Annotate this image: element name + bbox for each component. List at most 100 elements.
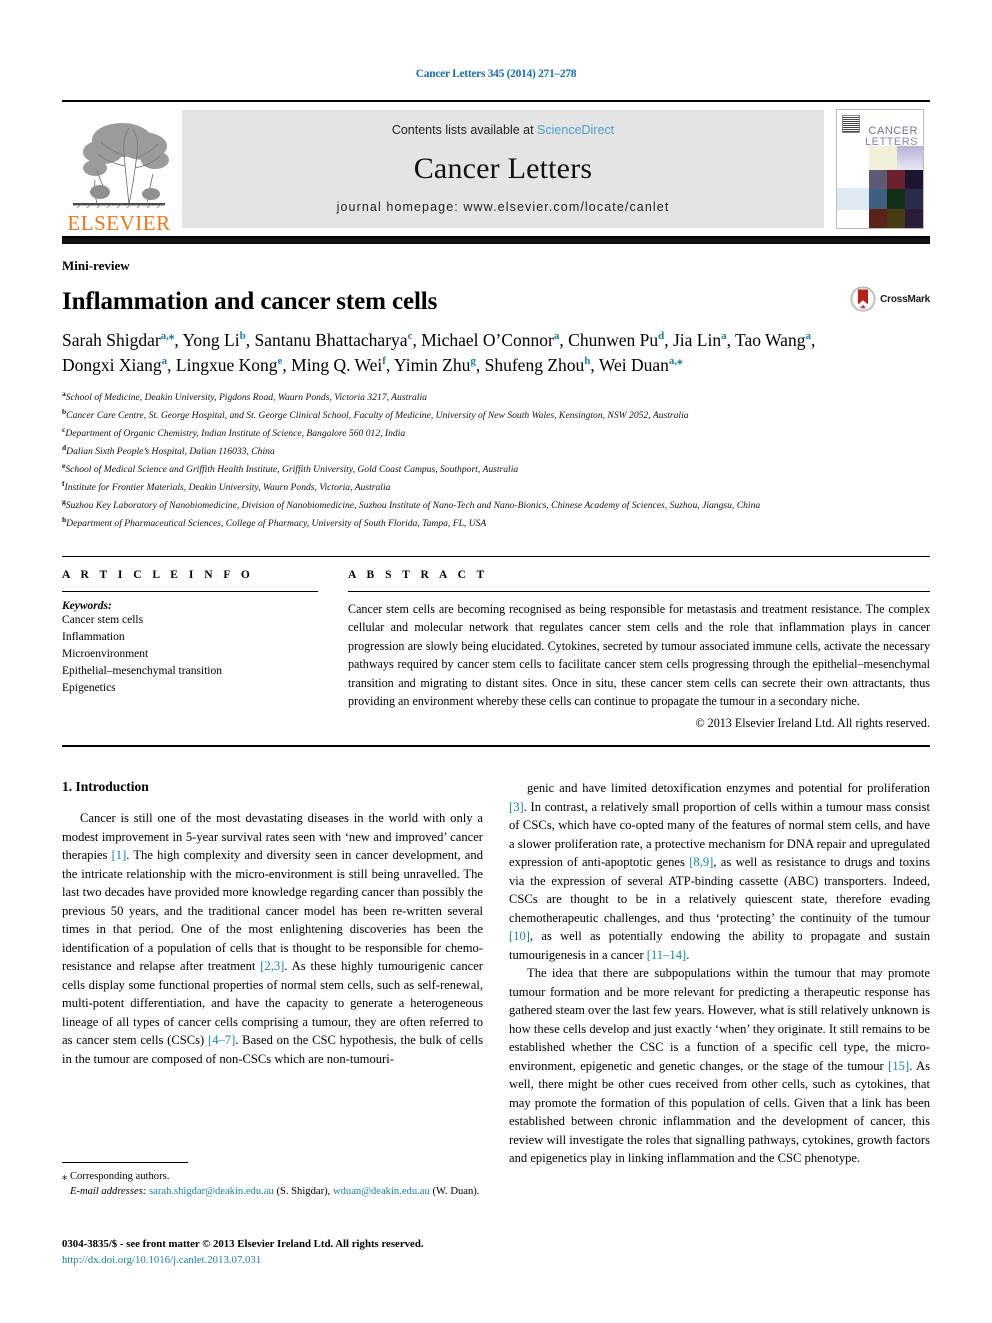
footnote-rule [62,1162,188,1163]
author-name: Sarah Shigdar [62,330,161,350]
header-divider-bar [62,238,930,244]
keyword-item: Epigenetics [62,682,116,695]
author-affiliation-mark: a [805,330,811,343]
email-label: E-mail addresses: [69,1186,147,1198]
author-affiliation-mark: f [382,355,386,368]
elsevier-logo: ELSEVIER [62,102,176,236]
contents-prefix: Contents lists available at [391,123,538,137]
affiliation-text: Cancer Care Centre, St. George Hospital,… [66,409,689,421]
abstract-bottom-rule [62,745,930,748]
cover-title: CANCER LETTERS [865,126,918,148]
author-name: Michael O’Connor [421,330,554,350]
cover-band-blue [837,188,869,210]
affiliation-item: dDalian Sixth People’s Hospital, Dalian … [62,442,930,460]
author-affiliation-mark: e [277,355,283,368]
citation-link[interactable]: [15] [888,1059,909,1073]
author-name: Wei Duan [598,354,669,375]
author-name: Yong Li [182,330,240,350]
author-affiliation-mark: a,⁎ [668,355,683,368]
body-paragraph: The idea that there are subpopulations w… [509,966,930,1166]
masthead-center-panel: Contents lists available at ScienceDirec… [182,110,824,228]
author-name: Shufeng Zhou [484,354,585,375]
abstract-rule [348,591,930,593]
article-info-column: A R T I C L E I N F O Keywords: Cancer s… [62,569,318,731]
right-column-paragraphs: genic and have limited detoxification en… [509,779,930,1168]
crossmark-icon [850,286,876,312]
keywords-label: Keywords: [62,600,112,613]
keyword-list: Cancer stem cells Inflammation Microenviro… [62,612,318,697]
affiliation-text: Department of Organic Chemistry, Indian … [65,427,406,439]
author-affiliation-mark: a [161,355,168,368]
cover-band-cream [869,146,897,170]
author-affiliation-mark: c [407,330,413,343]
crossmark-label: CrossMark [880,293,930,305]
issn-copyright-block: 0304-3835/$ - see front matter © 2013 El… [62,1236,502,1268]
email-owner-shigdar: (S. Shigdar), [276,1186,331,1198]
issn-line: 0304-3835/$ - see front matter © 2013 El… [62,1238,424,1250]
author-name: Dongxi Xiang [62,354,162,375]
author-name: Santanu Bhattacharya [254,330,408,350]
article-info-heading: A R T I C L E I N F O [62,569,254,582]
body-paragraph: Cancer is still one of the most devastat… [62,811,483,1066]
affiliation-item: hDepartment of Pharmaceutical Sciences, … [62,514,930,532]
email-link-duan[interactable]: wduan@deakin.edu.au [333,1186,430,1197]
keyword-item: Epithelial–mesenchymal transition [62,665,223,678]
journal-title: Cancer Letters [413,151,593,185]
author-affiliation-mark: b [239,330,246,343]
journal-cover-thumbnail: CANCER LETTERS [830,102,930,236]
author-affiliation-mark: d [658,330,665,343]
abstract-copyright: © 2013 Elsevier Ireland Ltd. All rights … [695,716,930,731]
citation-link[interactable]: [11–14] [647,948,686,962]
author-list: Sarah Shigdara,⁎, Yong Lib, Santanu Bhat… [62,330,816,375]
info-abstract-block: A R T I C L E I N F O Keywords: Cancer s… [62,556,930,731]
running-head: Cancer Letters 345 (2014) 271–278 [415,68,577,80]
affiliation-list: aSchool of Medicine, Deakin University, … [62,388,930,532]
affiliation-item: gSuzhou Key Laboratory of Nanobiomedicin… [62,496,930,514]
author-name: Jia Lin [672,330,722,350]
body-column-left: 1. Introduction Cancer is still one of t… [62,779,483,1168]
affiliation-item: aSchool of Medicine, Deakin University, … [62,388,930,406]
citation-link[interactable]: [8,9] [689,855,713,869]
contents-lists-line: Contents lists available at ScienceDirec… [392,123,614,137]
author-affiliation-mark: h [584,355,591,368]
keyword-item: Microenvironment [62,648,149,661]
elsevier-tree-icon [73,123,169,209]
corresponding-authors-note: ⁎ Corresponding authors. [62,1171,170,1182]
body-paragraph: genic and have limited detoxification en… [509,781,931,962]
author-name: Tao Wang [735,330,806,350]
author-affiliation-mark: g [470,355,476,368]
author-affiliation-mark: a [553,330,560,343]
crossmark-badge[interactable]: CrossMark [850,286,930,312]
doi-link[interactable]: http://dx.doi.org/10.1016/j.canlet.2013.… [62,1252,502,1268]
affiliation-text: School of Medical Science and Griffith H… [65,464,519,476]
article-type-label: Mini-review [62,258,130,273]
citation-link[interactable]: [1] [112,848,127,862]
author-name: Yimin Zhu [394,354,471,375]
cover-corner-mark-icon [842,115,860,133]
citation-link[interactable]: [2,3] [260,959,284,973]
left-column-paragraphs: Cancer is still one of the most devastat… [62,809,483,1068]
email-owner-duan: (W. Duan). [432,1186,480,1198]
author-affiliation-mark: a [721,330,727,343]
cover-band-purple [897,146,923,170]
body-columns: 1. Introduction Cancer is still one of t… [62,779,930,1168]
keyword-item: Inflammation [62,631,125,644]
affiliation-text: School of Medicine, Deakin University, P… [65,391,427,403]
email-link-shigdar[interactable]: sarah.shigdar@deakin.edu.au [149,1186,274,1197]
author-name: Ming Q. Wei [291,354,383,375]
citation-link[interactable]: [4–7] [208,1033,235,1047]
author-affiliation-mark: a,⁎ [160,330,175,343]
affiliation-text: Institute for Frontier Materials, Deakin… [64,482,391,494]
journal-homepage-line[interactable]: journal homepage: www.elsevier.com/locat… [337,200,670,214]
citation-link[interactable]: [10] [509,929,530,943]
abstract-text: Cancer stem cells are becoming recognise… [348,602,930,708]
affiliation-text: Dalian Sixth People’s Hospital, Dalian 1… [66,446,275,458]
citation-link[interactable]: [3] [509,800,524,814]
abstract-column: A B S T R A C T Cancer stem cells are be… [348,569,930,731]
article-page: Cancer Letters 345 (2014) 271–278 ELSEVI… [0,0,992,1323]
sciencedirect-link[interactable]: ScienceDirect [537,123,614,137]
title-row: Inflammation and cancer stem cells Cross… [62,274,930,316]
author-name: Chunwen Pu [568,330,659,350]
cover-micrograph-grid [869,170,923,228]
affiliation-item: eSchool of Medical Science and Griffith … [62,460,930,478]
